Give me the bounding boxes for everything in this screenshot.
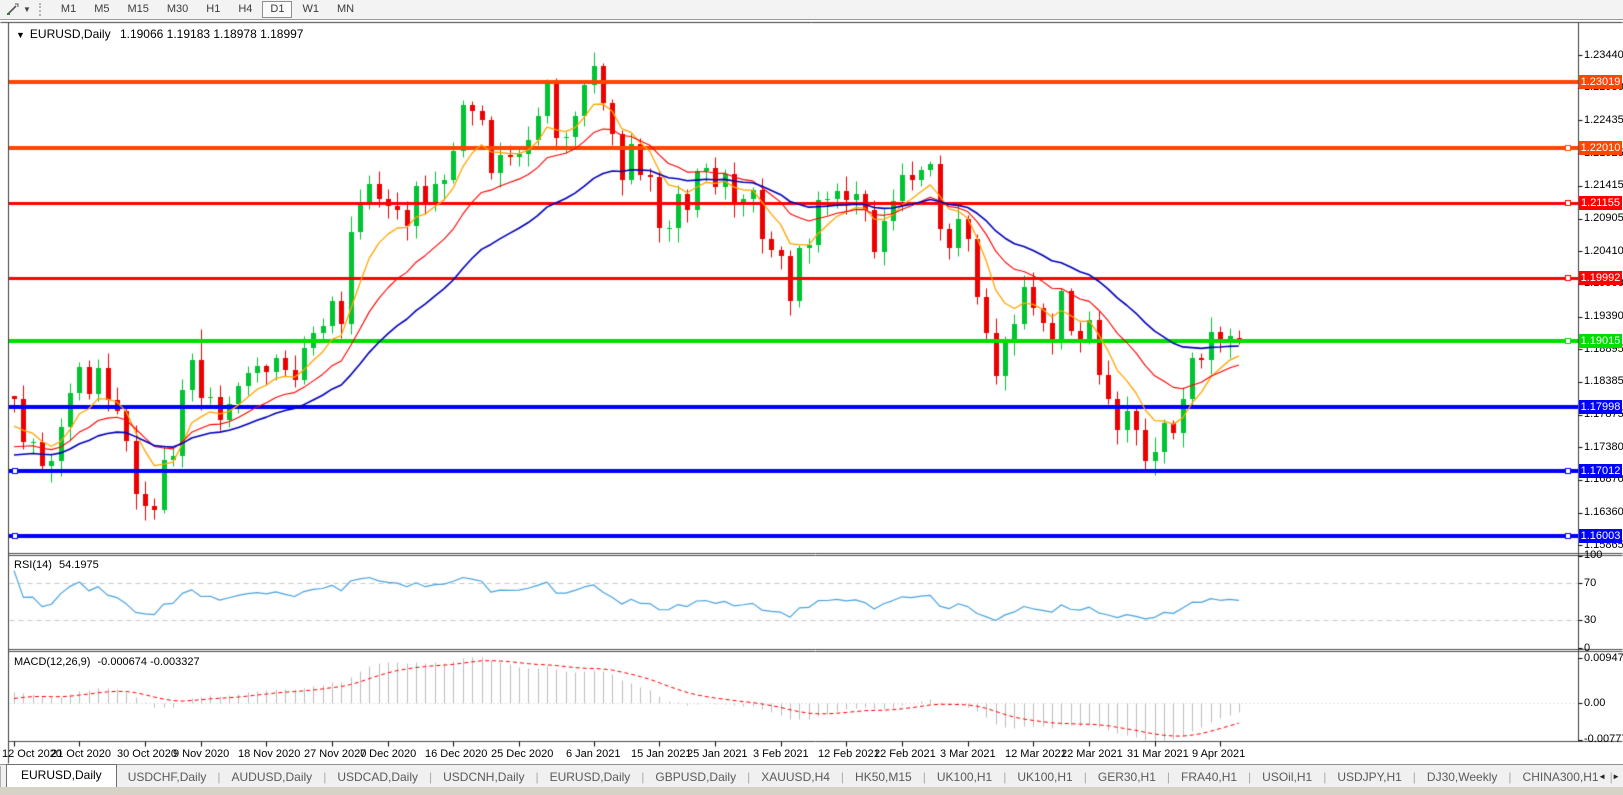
chart-title: ▼ EURUSD,Daily 1.19066 1.19183 1.18978 1.… [16,27,303,41]
chart-tab-usdcad-daily[interactable]: USDCAD,Daily [326,766,429,788]
crosshair-pencil-icon [6,3,21,16]
chart-tab-hk50-m15[interactable]: HK50,M15 [844,766,923,788]
chart-tab-audusd-daily[interactable]: AUDUSD,Daily [221,766,324,788]
macd-scale-label: 0.009478 [1584,652,1623,664]
time-axis-label: 30 Oct 2020 [117,748,177,760]
price-tick-label: 1.20410 [1584,245,1623,257]
price-chart-canvas[interactable] [0,0,1623,795]
price-line-badge[interactable]: 1.19015 [1579,334,1622,348]
price-tick-label: 1.17380 [1584,441,1623,453]
price-line-badge[interactable]: 1.17012 [1579,464,1622,478]
timeframe-toolbar: ▼ M1M5M15M30H1H4D1W1MN [0,0,1623,20]
macd-name: MACD(12,26,9) [14,656,90,668]
price-line-badge[interactable]: 1.19992 [1579,271,1622,285]
chart-tab-usoil-h1[interactable]: USOil,H1 [1251,766,1323,788]
chart-tab-usdcnh-daily[interactable]: USDCNH,Daily [432,766,535,788]
rsi-scale-label: 30 [1584,614,1596,626]
chart-tab-bar: EURUSD,DailyUSDCHF,Daily|AUDUSD,Daily|US… [0,764,1623,788]
price-tick-label: 1.16360 [1584,506,1623,518]
timeframe-button-m30[interactable]: M30 [159,1,196,18]
timeframe-button-h1[interactable]: H1 [198,1,228,18]
time-axis-label: 18 Nov 2020 [238,748,300,760]
price-tick-label: 1.20905 [1584,212,1623,224]
time-axis-label: 22 Feb 2021 [874,748,936,760]
rsi-name: RSI(14) [14,559,52,571]
timeframe-button-m1[interactable]: M1 [53,1,84,18]
chart-tab-uk100-h1[interactable]: UK100,H1 [1006,766,1083,788]
price-tick-label: 1.23440 [1584,49,1623,61]
macd-values: -0.000674 -0.003327 [97,656,199,668]
chart-tab-china300-h1[interactable]: CHINA300,H1 [1512,766,1610,788]
price-tick-label: 1.22435 [1584,114,1623,126]
chart-tab-gbpusd-daily[interactable]: GBPUSD,Daily [644,766,747,788]
chart-tab-eurusd-daily[interactable]: EURUSD,Daily [6,764,117,787]
timeframe-button-d1[interactable]: D1 [262,1,292,18]
chart-tab-usdchf-daily[interactable]: USDCHF,Daily [117,766,218,788]
chart-tab-uk100-h1[interactable]: UK100,H1 [926,766,1003,788]
chart-tab-dj30-weekly[interactable]: DJ30,Weekly [1416,766,1508,788]
timeframe-button-mn[interactable]: MN [329,1,362,18]
rsi-value: 54.1975 [59,559,99,571]
time-axis-label: 9 Apr 2021 [1192,748,1245,760]
timeframe-button-m15[interactable]: M15 [119,1,156,18]
price-line-badge[interactable]: 1.16003 [1579,529,1622,543]
chart-tab-eurusd-daily[interactable]: EURUSD,Daily [539,766,642,788]
time-axis-label: 3 Feb 2021 [753,748,809,760]
chart-tab-usdjpy-h1[interactable]: USDJPY,H1 [1326,766,1412,788]
tab-scroll-left-icon[interactable]: ◄ [1598,772,1606,781]
time-axis-label: 16 Dec 2020 [425,748,487,760]
chart-symbol-label: EURUSD,Daily [30,27,111,41]
chart-ohlc-values: 1.19066 1.19183 1.18978 1.18997 [120,27,304,41]
tab-scroll-right-icon[interactable]: ► [1612,772,1620,781]
macd-indicator-label: MACD(12,26,9) -0.000674 -0.003327 [14,656,200,668]
chart-tab-xauusd-h4[interactable]: XAUUSD,H4 [750,766,841,788]
price-line-badge[interactable]: 1.22010 [1579,141,1622,155]
chart-tab-ger30-h1[interactable]: GER30,H1 [1087,766,1167,788]
rsi-indicator-label: RSI(14) 54.1975 [14,559,99,571]
timeframe-button-m5[interactable]: M5 [86,1,117,18]
time-axis-label: 25 Dec 2020 [491,748,553,760]
price-line-badge[interactable]: 1.21155 [1579,196,1622,210]
time-axis-label: 9 Nov 2020 [173,748,229,760]
toolbar-grip [39,3,45,16]
window-bottom-edge [0,787,1623,795]
tab-items: EURUSD,DailyUSDCHF,Daily|AUDUSD,Daily|US… [1,765,1623,788]
time-axis-label: 21 Oct 2020 [51,748,111,760]
rsi-scale-label: 70 [1584,577,1596,589]
macd-scale-label: 0.00 [1584,697,1605,709]
rsi-scale-label: 100 [1584,549,1602,561]
time-axis-label: 12 Feb 2021 [818,748,880,760]
time-axis-label: 15 Jan 2021 [631,748,692,760]
timeframe-button-h4[interactable]: H4 [230,1,260,18]
time-axis-label: 7 Dec 2020 [360,748,416,760]
timeframe-button-row: M1M5M15M30H1H4D1W1MN [52,1,363,18]
time-axis-label: 22 Mar 2021 [1061,748,1123,760]
time-axis-label: 27 Nov 2020 [304,748,366,760]
macd-scale-label: -0.007778 [1584,733,1623,745]
time-axis-label: 31 Mar 2021 [1127,748,1189,760]
price-line-badge[interactable]: 1.23019 [1579,75,1622,89]
time-axis-label: 3 Mar 2021 [940,748,996,760]
chart-cursor-tool-button[interactable]: ▼ [4,2,33,17]
price-tick-label: 1.19390 [1584,310,1623,322]
time-axis-label: 6 Jan 2021 [566,748,620,760]
time-axis-label: 25 Jan 2021 [687,748,748,760]
price-tick-label: 1.18385 [1584,375,1623,387]
chevron-down-icon[interactable]: ▼ [23,5,31,14]
chart-tab-fra40-h1[interactable]: FRA40,H1 [1170,766,1248,788]
price-tick-label: 1.21415 [1584,179,1623,191]
time-axis-label: 12 Mar 2021 [1005,748,1067,760]
symbol-dropdown-icon[interactable]: ▼ [16,30,25,40]
price-line-badge[interactable]: 1.17998 [1579,400,1622,414]
timeframe-button-w1[interactable]: W1 [294,1,327,18]
